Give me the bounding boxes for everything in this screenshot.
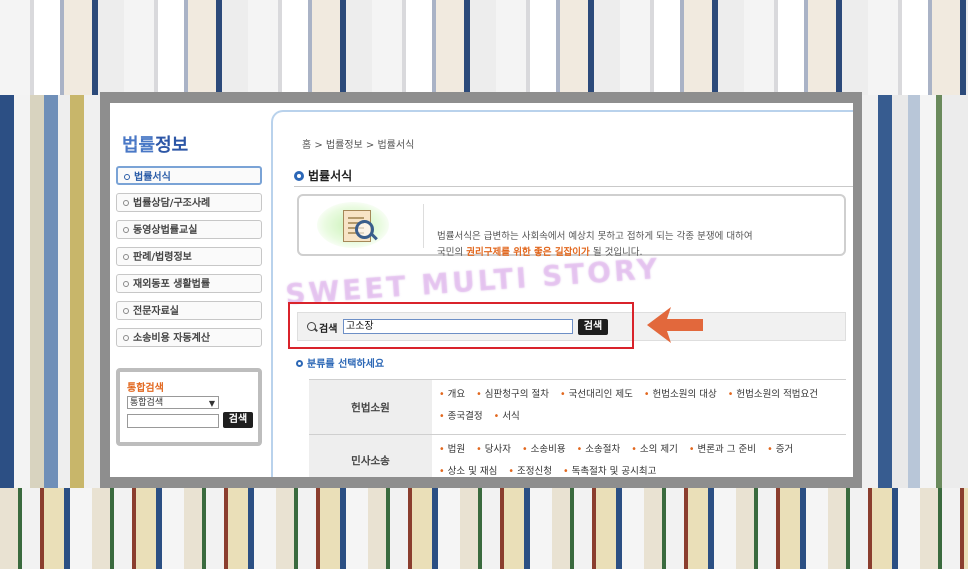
category-link[interactable]: 국선대리인 제도: [560, 389, 633, 400]
sidebar-item-legal-forms[interactable]: 법률서식: [116, 166, 262, 185]
table-row: 헌법소원 개요 심판청구의 절차 국선대리인 제도 헌법소원의 대상 헌법소원의…: [309, 379, 846, 435]
intro-divider: [423, 204, 424, 248]
breadcrumb: 홈 > 법률정보 > 법률서식: [302, 140, 415, 151]
bullet-icon: [123, 227, 129, 233]
sidebar-item-video-class[interactable]: 동영상법률교실: [116, 220, 262, 239]
category-prompt: 분류를 선택하세요: [296, 355, 384, 370]
category-link[interactable]: 심판청구의 절차: [476, 389, 549, 400]
category-link[interactable]: 독촉절차 및 공시최고: [563, 466, 656, 477]
category-link[interactable]: 상소 및 재심: [439, 466, 497, 477]
unified-search-box: 통합검색 통합검색 ▼ 검색: [116, 368, 262, 446]
table-row: 민사소송 법원 당사자 소송비용 소송절차 소의 제기 변론과 그 준비 증거 …: [309, 434, 846, 477]
category-name: 헌법소원: [309, 380, 432, 435]
title-divider: [294, 186, 853, 187]
sidebar-item-overseas-koreans[interactable]: 재외동포 생활법률: [116, 274, 262, 293]
category-link[interactable]: 소송비용: [522, 444, 566, 455]
screenshot-frame: 법률정보 법률서식 법률상담/구조사례 동영상법률교실 판례/법령정보 재외동포…: [100, 92, 862, 488]
web-page: 법률정보 법률서식 법률상담/구조사례 동영상법률교실 판례/법령정보 재외동포…: [110, 103, 853, 477]
bullet-icon: [123, 281, 129, 287]
circle-bullet-icon: [296, 360, 303, 367]
sidebar-item-precedents[interactable]: 판례/법령정보: [116, 247, 262, 266]
dropdown-arrow-icon: ▼: [208, 399, 215, 408]
intro-box: 법률서식은 급변하는 사회속에서 예상치 못하고 접하게 되는 각종 분쟁에 대…: [297, 194, 846, 258]
bullet-icon: [123, 200, 129, 206]
magnifier-icon: [355, 220, 374, 239]
bookshelf-background-bottom: [0, 488, 968, 569]
category-link[interactable]: 법원: [439, 444, 465, 455]
category-link[interactable]: 서식: [494, 411, 520, 422]
category-items: 개요 심판청구의 절차 국선대리인 제도 헌법소원의 대상 헌법소원의 적법요건…: [439, 384, 844, 428]
category-link[interactable]: 변론과 그 준비: [689, 444, 756, 455]
category-link[interactable]: 종국결정: [439, 411, 483, 422]
category-name: 민사소송: [309, 435, 432, 477]
bullet-icon: [124, 174, 130, 180]
category-link[interactable]: 헌법소원의 적법요건: [728, 389, 818, 400]
bullet-icon: [123, 335, 129, 341]
sidebar-item-cost-calculator[interactable]: 소송비용 자동계산: [116, 328, 262, 347]
sidebar-item-legal-consulting[interactable]: 법률상담/구조사례: [116, 193, 262, 212]
category-link[interactable]: 당사자: [476, 444, 511, 455]
title-bullet-icon: [294, 171, 304, 181]
category-link[interactable]: 증거: [767, 444, 793, 455]
unified-search-select[interactable]: 통합검색 ▼: [127, 396, 219, 409]
intro-text-line1: 법률서식은 급변하는 사회속에서 예상치 못하고 접하게 되는 각종 분쟁에 대…: [437, 231, 753, 242]
annotation-highlight-box: [288, 302, 634, 349]
category-link[interactable]: 헌법소원의 대상: [644, 389, 717, 400]
bookshelf-background-right: [862, 95, 968, 488]
bookshelf-background-top: [0, 0, 968, 95]
category-link[interactable]: 개요: [439, 389, 465, 400]
brand-logo: 법률정보: [122, 135, 189, 156]
sidebar-item-archive[interactable]: 전문자료실: [116, 301, 262, 320]
page-title: 법률서식: [294, 167, 352, 184]
bookshelf-background-left: [0, 95, 100, 488]
category-link[interactable]: 소송절차: [577, 444, 621, 455]
unified-search-button[interactable]: 검색: [223, 412, 253, 428]
category-link[interactable]: 조정신청: [508, 466, 552, 477]
unified-search-title: 통합검색: [127, 383, 164, 394]
bullet-icon: [123, 308, 129, 314]
bullet-icon: [123, 254, 129, 260]
annotation-arrow-icon: [647, 307, 703, 343]
category-link[interactable]: 소의 제기: [631, 444, 678, 455]
unified-search-input[interactable]: [127, 414, 219, 428]
category-items: 법원 당사자 소송비용 소송절차 소의 제기 변론과 그 준비 증거 상소 및 …: [439, 439, 844, 477]
